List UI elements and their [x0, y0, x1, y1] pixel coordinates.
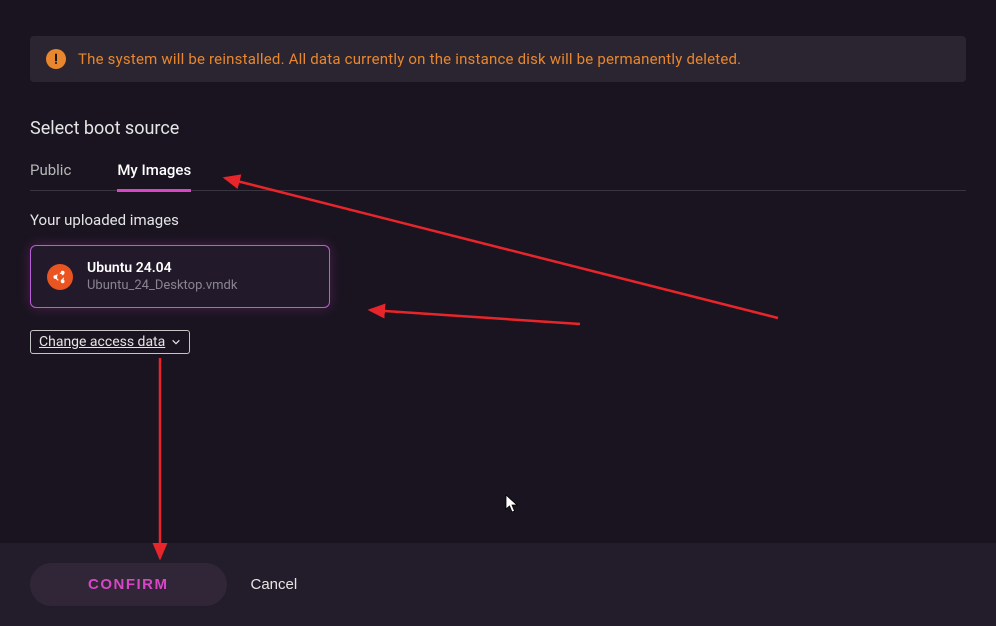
- chevron-down-icon: [171, 337, 181, 347]
- image-file: Ubuntu_24_Desktop.vmdk: [87, 278, 237, 293]
- confirm-button[interactable]: CONFIRM: [30, 563, 227, 606]
- section-title: Select boot source: [30, 118, 966, 139]
- access-data-dropdown[interactable]: Change access data: [30, 330, 190, 354]
- cancel-button[interactable]: Cancel: [251, 576, 298, 593]
- footer: CONFIRM Cancel: [0, 543, 996, 626]
- tab-my-images[interactable]: My Images: [117, 161, 191, 192]
- cursor-icon: [505, 494, 521, 514]
- subsection-title: Your uploaded images: [30, 211, 966, 229]
- ubuntu-icon: [47, 264, 73, 290]
- warning-text: The system will be reinstalled. All data…: [78, 50, 741, 68]
- image-card[interactable]: Ubuntu 24.04 Ubuntu_24_Desktop.vmdk: [30, 245, 330, 308]
- image-name: Ubuntu 24.04: [87, 260, 237, 276]
- image-info: Ubuntu 24.04 Ubuntu_24_Desktop.vmdk: [87, 260, 237, 293]
- warning-banner: The system will be reinstalled. All data…: [30, 36, 966, 82]
- tabs: Public My Images: [30, 161, 966, 191]
- tab-public[interactable]: Public: [30, 161, 71, 192]
- access-dropdown-label: Change access data: [39, 334, 165, 350]
- warning-icon: [46, 49, 66, 69]
